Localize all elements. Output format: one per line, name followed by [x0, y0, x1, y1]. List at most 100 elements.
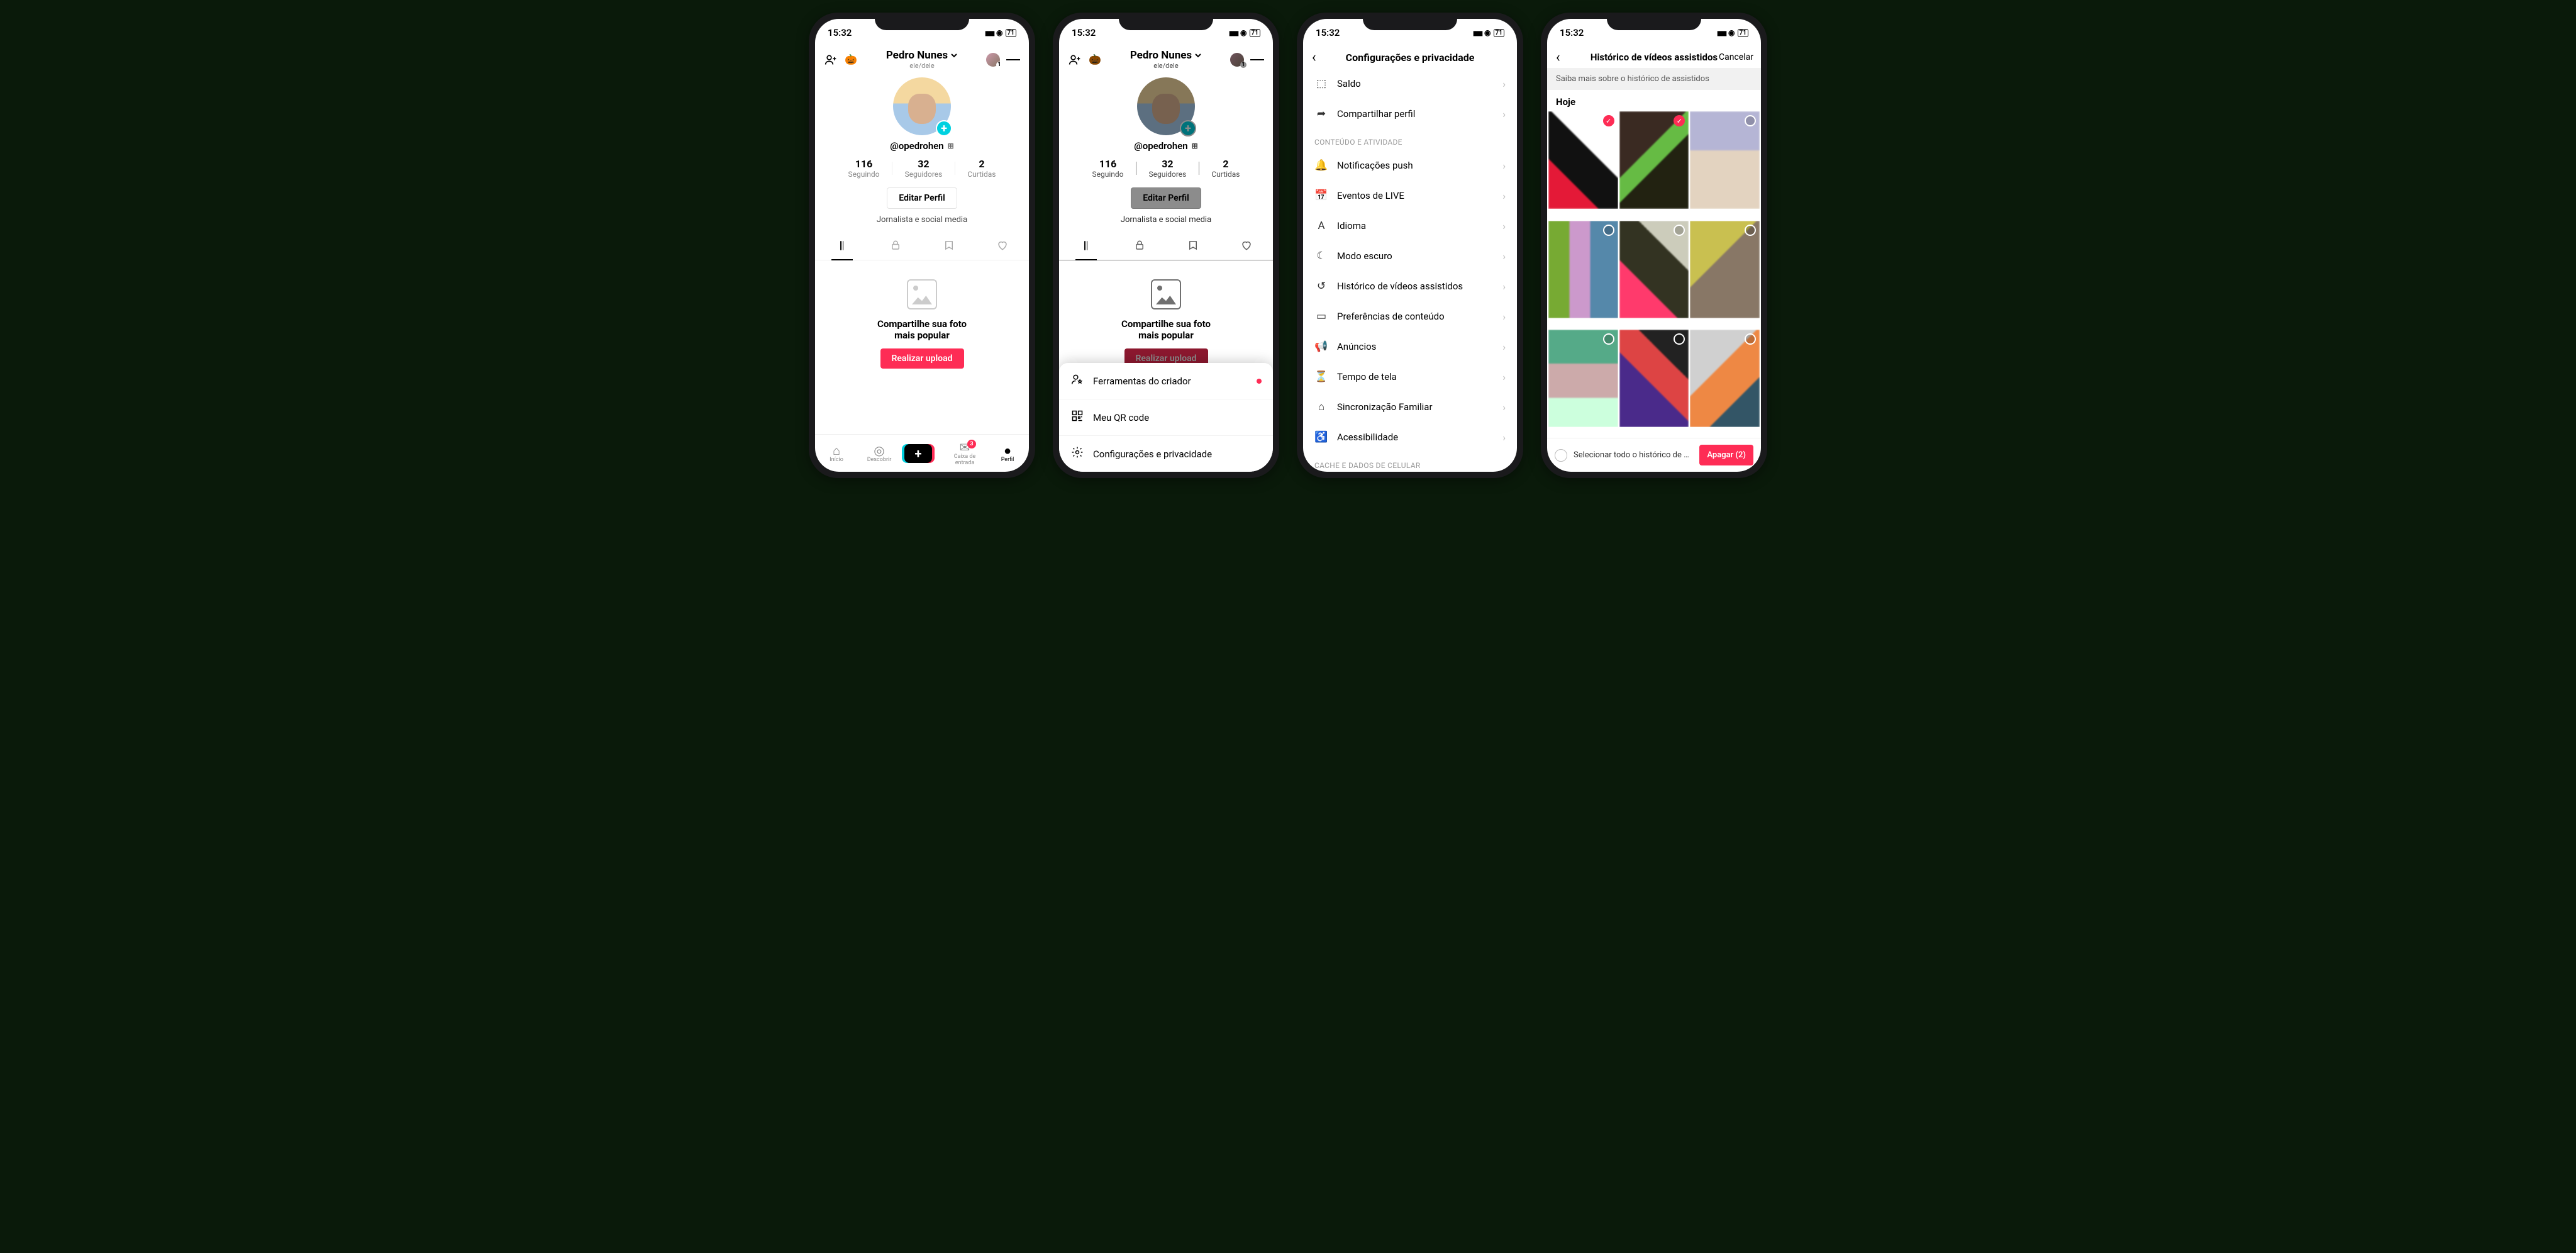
edit-profile-button[interactable]: Editar Perfil — [887, 187, 957, 209]
stat-likes[interactable]: 2 Curtidas — [955, 158, 1008, 179]
wifi-icon — [1240, 28, 1246, 37]
setting-language[interactable]: AIdioma› — [1303, 211, 1517, 241]
qr-icon — [1070, 409, 1084, 425]
cancel-button[interactable]: Cancelar — [1719, 52, 1753, 62]
pronouns: ele/dele — [886, 62, 958, 70]
chevron-right-icon: › — [1502, 401, 1506, 413]
back-icon[interactable]: ‹ — [1312, 50, 1316, 65]
select-circle-icon[interactable] — [1603, 225, 1614, 236]
select-check-icon[interactable] — [1603, 115, 1614, 126]
setting-screen-time[interactable]: ⏳Tempo de tela› — [1303, 362, 1517, 392]
language-icon: A — [1314, 220, 1328, 232]
nav-discover[interactable]: ◎ Descobrir — [862, 444, 897, 463]
video-thumb[interactable] — [1619, 111, 1689, 209]
add-story-icon[interactable]: + — [936, 120, 952, 136]
gear-icon — [1070, 446, 1084, 462]
username[interactable]: @opedrohen ⊞ — [815, 140, 1029, 152]
plus-icon: + — [904, 444, 932, 463]
qr-icon[interactable]: ⊞ — [948, 142, 954, 150]
accessibility-icon: ♿ — [1314, 431, 1328, 443]
add-friend-icon[interactable] — [824, 53, 838, 67]
video-thumb[interactable] — [1548, 111, 1618, 209]
menu-icon[interactable] — [1006, 53, 1020, 67]
select-circle-icon[interactable] — [1674, 225, 1685, 236]
section-cache: CACHE E DADOS DE CELULAR — [1303, 452, 1517, 472]
phone-menu-sheet: 15:32 71 🎃 Pedro Nunes — [1053, 13, 1279, 478]
wifi-icon — [1484, 28, 1491, 37]
compass-icon: ◎ — [862, 444, 897, 457]
hourglass-icon: ⏳ — [1314, 370, 1328, 383]
back-icon[interactable]: ‹ — [1556, 50, 1560, 65]
video-thumb[interactable] — [1690, 111, 1760, 209]
sheet-qr-code[interactable]: Meu QR code — [1059, 399, 1273, 436]
video-thumb[interactable] — [1619, 330, 1689, 427]
menu-icon[interactable] — [1250, 53, 1264, 67]
chevron-right-icon: › — [1502, 311, 1506, 323]
tab-saved[interactable] — [922, 233, 975, 260]
event-icon[interactable]: 🎃 — [1088, 53, 1102, 67]
history-header: ‹ Histórico de vídeos assistidos Cancela… — [1547, 47, 1761, 68]
signal-icon — [985, 28, 994, 37]
setting-accessibility[interactable]: ♿Acessibilidade› — [1303, 422, 1517, 452]
select-all-checkbox[interactable] — [1555, 449, 1567, 462]
tab-private[interactable] — [869, 233, 922, 260]
setting-balance[interactable]: ⬚Saldo› — [1303, 69, 1517, 99]
inbox-badge: 3 — [967, 440, 976, 448]
setting-history[interactable]: ↺Histórico de vídeos assistidos› — [1303, 271, 1517, 301]
add-friend-icon[interactable] — [1068, 53, 1082, 67]
select-check-icon[interactable] — [1674, 115, 1685, 126]
video-thumb[interactable] — [1690, 221, 1760, 318]
nav-inbox[interactable]: 3 ✉ Caixa de entrada — [947, 441, 982, 466]
delete-button[interactable]: Apagar (2) — [1699, 445, 1753, 465]
video-grid — [1547, 111, 1761, 438]
content-tabs: ⫼ — [815, 233, 1029, 260]
notch — [1119, 13, 1213, 30]
selection-bar: Selecionar todo o histórico de assis... … — [1547, 438, 1761, 472]
stat-followers: 32Seguidores — [1136, 158, 1199, 179]
nav-create[interactable]: + — [904, 444, 940, 463]
sheet-creator-tools[interactable]: Ferramentas do criador — [1059, 363, 1273, 399]
info-banner[interactable]: Saiba mais sobre o histórico de assistid… — [1547, 68, 1761, 90]
video-thumb[interactable] — [1548, 221, 1618, 318]
stat-followers[interactable]: 32 Seguidores — [892, 158, 955, 179]
upload-button[interactable]: Realizar upload — [880, 348, 964, 369]
stat-following[interactable]: 116 Seguindo — [835, 158, 892, 179]
profile-icon: ● — [990, 444, 1025, 457]
signal-icon — [1473, 28, 1482, 37]
setting-live[interactable]: 📅Eventos de LIVE› — [1303, 181, 1517, 211]
setting-push[interactable]: 🔔Notificações push› — [1303, 150, 1517, 181]
setting-ads[interactable]: 📢Anúncios› — [1303, 331, 1517, 362]
setting-content-pref[interactable]: ▭Preferências de conteúdo› — [1303, 301, 1517, 331]
setting-dark-mode[interactable]: ☾Modo escuro› — [1303, 241, 1517, 271]
empty-state: Compartilhe sua foto mais popular Realiz… — [815, 260, 1029, 434]
profile-name-dropdown[interactable]: Pedro Nunes — [1130, 49, 1202, 62]
nav-profile[interactable]: ● Perfil — [990, 444, 1025, 463]
account-switcher-avatar[interactable] — [1230, 53, 1244, 67]
add-story-icon: + — [1180, 120, 1196, 136]
moon-icon: ☾ — [1314, 250, 1328, 262]
sheet-settings[interactable]: Configurações e privacidade — [1059, 436, 1273, 472]
tab-grid[interactable]: ⫼ — [815, 233, 869, 260]
nav-home[interactable]: ⌂ Início — [819, 444, 854, 463]
notch — [875, 13, 969, 30]
video-thumb[interactable] — [1548, 330, 1618, 427]
tab-liked[interactable] — [975, 233, 1029, 260]
select-all-label[interactable]: Selecionar todo o histórico de assis... — [1574, 450, 1693, 460]
video-thumb[interactable] — [1619, 221, 1689, 318]
sheet-label: Configurações e privacidade — [1093, 448, 1212, 460]
tab-liked — [1219, 233, 1273, 260]
profile-name-dropdown[interactable]: Pedro Nunes — [886, 49, 958, 62]
status-time: 15:32 — [1316, 27, 1340, 38]
video-thumb[interactable] — [1690, 330, 1760, 427]
select-circle-icon[interactable] — [1745, 225, 1756, 236]
select-circle-icon[interactable] — [1745, 115, 1756, 126]
setting-family[interactable]: ⌂Sincronização Familiar› — [1303, 392, 1517, 422]
account-switcher-avatar[interactable] — [986, 53, 1000, 67]
select-circle-icon[interactable] — [1603, 333, 1614, 345]
page-title: Configurações e privacidade — [1346, 52, 1475, 64]
signal-icon — [1717, 28, 1726, 37]
profile-avatar[interactable]: + — [893, 77, 951, 135]
setting-share[interactable]: ➦Compartilhar perfil› — [1303, 99, 1517, 129]
bottom-nav: ⌂ Início ◎ Descobrir + 3 ✉ Caixa de entr… — [815, 434, 1029, 472]
event-icon[interactable]: 🎃 — [844, 53, 858, 67]
